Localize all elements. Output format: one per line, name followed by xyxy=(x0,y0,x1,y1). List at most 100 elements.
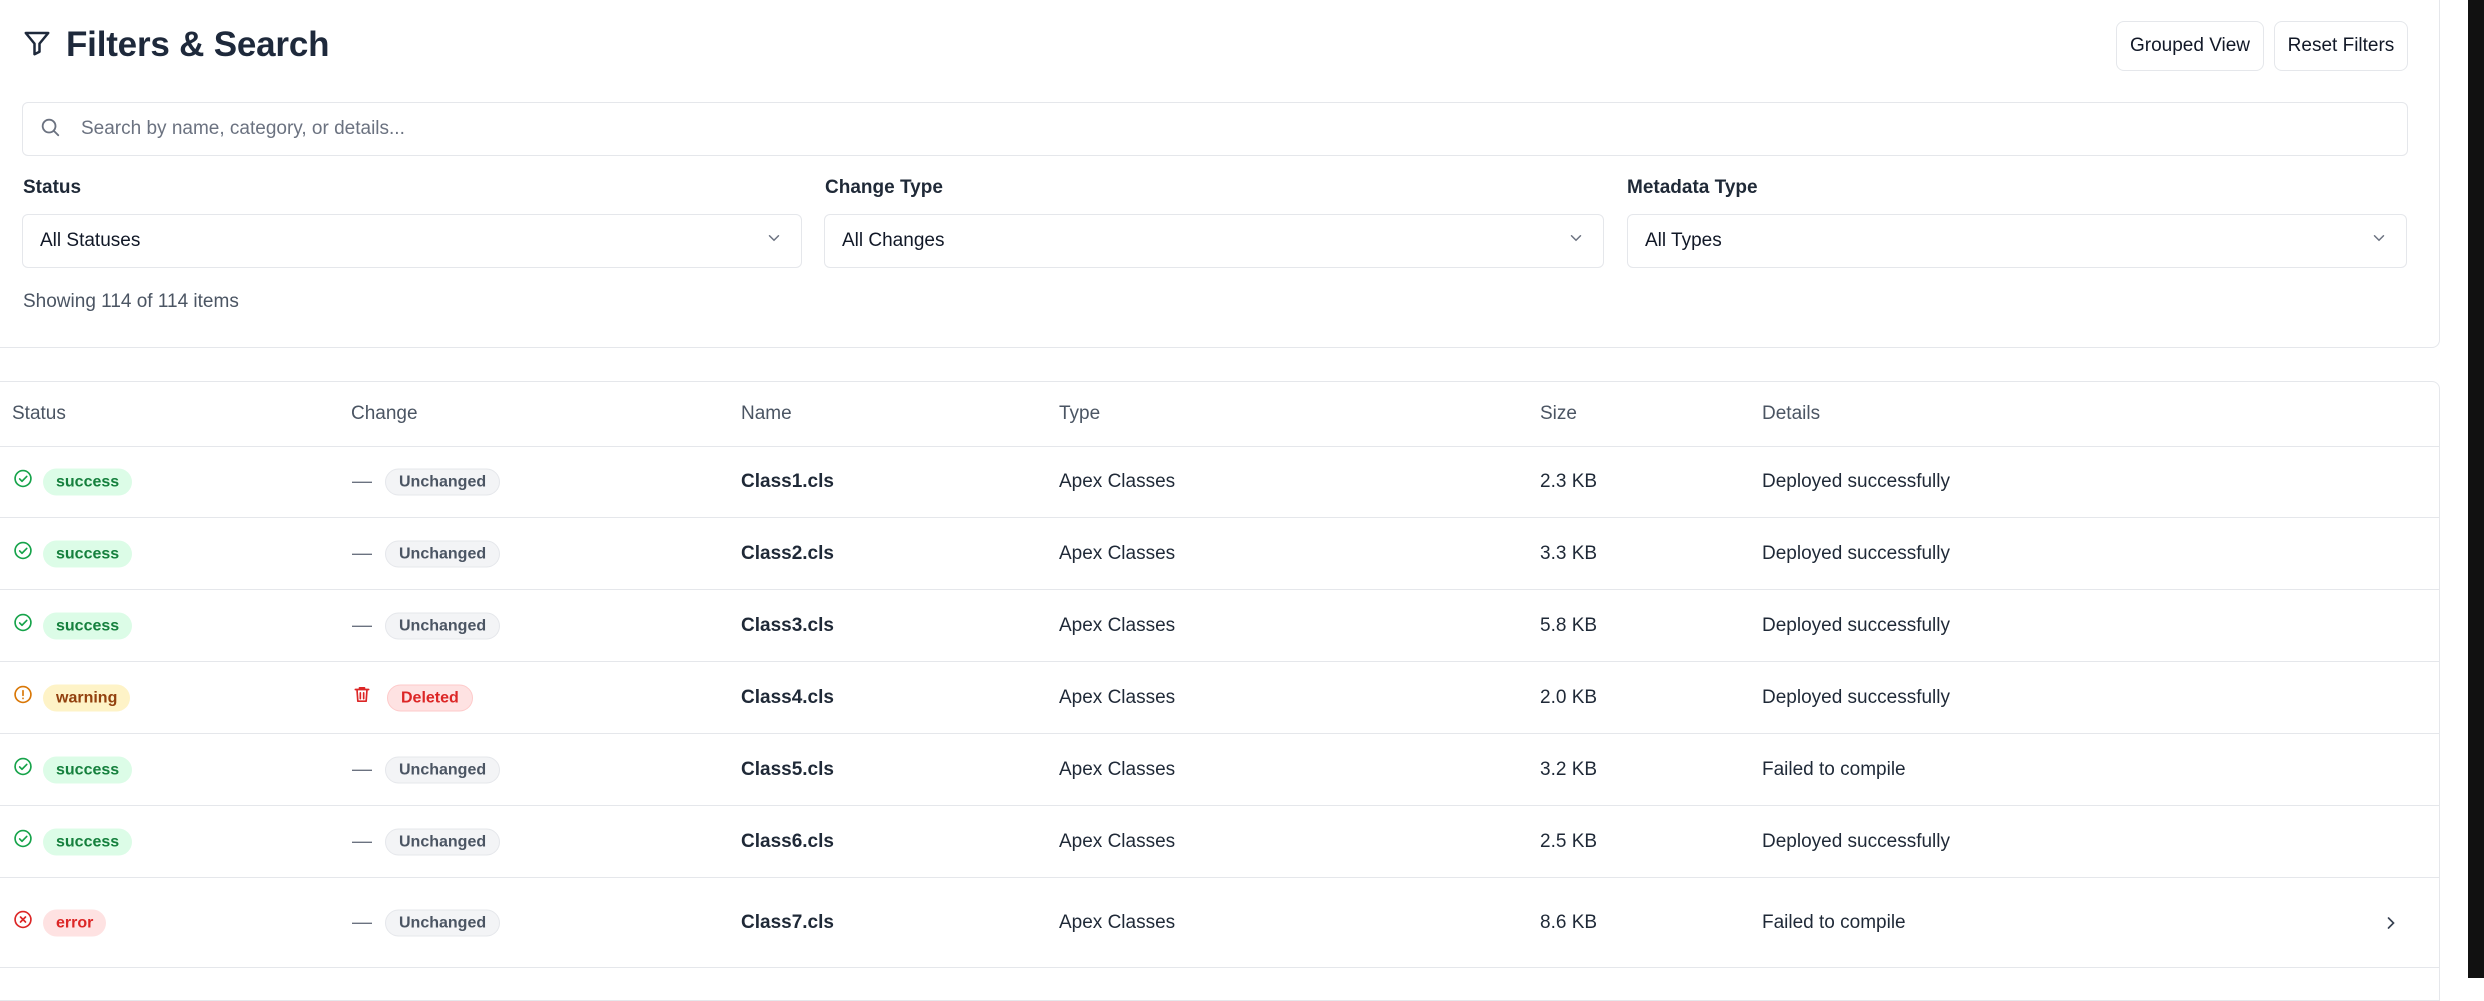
item-name: Class6.cls xyxy=(741,830,834,852)
chevron-down-icon xyxy=(2370,229,2388,253)
search-icon xyxy=(23,116,61,143)
column-header-type[interactable]: Type xyxy=(1059,403,1100,425)
item-size: 3.2 KB xyxy=(1540,758,1598,780)
item-name: Class3.cls xyxy=(741,614,834,636)
status-filter-select[interactable]: All Statuses xyxy=(22,214,802,268)
column-header-name[interactable]: Name xyxy=(741,403,792,425)
item-name: Class4.cls xyxy=(741,686,834,708)
table-header: Status Change Name Type Size Details xyxy=(0,382,2439,447)
change-cell: Deleted xyxy=(352,684,473,711)
item-type: Apex Classes xyxy=(1059,758,1176,780)
change-badge: Unchanged xyxy=(385,468,501,495)
check-circle-icon xyxy=(13,541,33,567)
trash-icon xyxy=(352,685,372,711)
item-name: Class5.cls xyxy=(741,758,834,780)
status-badge: success xyxy=(43,468,133,495)
x-circle-icon xyxy=(13,910,33,936)
results-table: Status Change Name Type Size Details suc… xyxy=(0,381,2440,1001)
change-type-filter-select[interactable]: All Changes xyxy=(824,214,1604,268)
status-cell: success xyxy=(13,540,133,567)
change-cell: — Unchanged xyxy=(352,909,501,936)
column-header-status[interactable]: Status xyxy=(12,403,66,425)
item-name: Class7.cls xyxy=(741,911,834,933)
metadata-type-filter-value: All Types xyxy=(1645,230,1722,251)
item-details: Failed to compile xyxy=(1762,758,1906,780)
change-badge: Unchanged xyxy=(385,828,501,855)
metadata-type-filter-label: Metadata Type xyxy=(1627,177,1758,198)
search-box[interactable] xyxy=(22,102,2408,156)
change-cell: — Unchanged xyxy=(352,468,501,495)
chevron-right-icon[interactable] xyxy=(2381,913,2401,933)
item-type: Apex Classes xyxy=(1059,614,1176,636)
change-cell: — Unchanged xyxy=(352,828,501,855)
change-cell: — Unchanged xyxy=(352,756,501,783)
table-row[interactable]: success — Unchanged Class5.cls Apex Clas… xyxy=(0,734,2439,806)
item-size: 2.3 KB xyxy=(1540,470,1598,492)
item-details: Deployed successfully xyxy=(1762,686,1950,708)
filters-panel: Filters & Search Grouped View Reset Filt… xyxy=(0,0,2440,348)
item-name: Class2.cls xyxy=(741,542,834,564)
item-name: Class1.cls xyxy=(741,470,834,492)
check-circle-icon xyxy=(13,613,33,639)
status-badge: warning xyxy=(43,684,131,711)
item-details: Deployed successfully xyxy=(1762,470,1950,492)
search-input[interactable] xyxy=(79,117,2407,141)
column-header-size[interactable]: Size xyxy=(1540,403,1577,425)
change-badge: Unchanged xyxy=(385,756,501,783)
page-title: Filters & Search xyxy=(66,25,330,64)
check-circle-icon xyxy=(13,469,33,495)
minus-icon: — xyxy=(352,830,372,852)
table-row[interactable]: success — Unchanged Class3.cls Apex Clas… xyxy=(0,590,2439,662)
change-type-filter-label: Change Type xyxy=(825,177,943,198)
minus-icon: — xyxy=(352,470,372,492)
status-badge: success xyxy=(43,828,133,855)
change-badge: Unchanged xyxy=(385,909,501,936)
alert-circle-icon xyxy=(13,685,33,711)
minus-icon: — xyxy=(352,614,372,636)
change-type-filter-value: All Changes xyxy=(842,230,945,251)
window-gap xyxy=(2440,0,2468,978)
item-type: Apex Classes xyxy=(1059,911,1176,933)
minus-icon: — xyxy=(352,758,372,780)
change-cell: — Unchanged xyxy=(352,612,501,639)
change-badge: Unchanged xyxy=(385,540,501,567)
grouped-view-button[interactable]: Grouped View xyxy=(2116,21,2264,71)
item-details: Deployed successfully xyxy=(1762,830,1950,852)
table-row[interactable]: success — Unchanged Class1.cls Apex Clas… xyxy=(0,446,2439,518)
column-header-change[interactable]: Change xyxy=(351,403,418,425)
item-size: 8.6 KB xyxy=(1540,911,1598,933)
chevron-down-icon xyxy=(1567,229,1585,253)
minus-icon: — xyxy=(352,542,372,564)
status-cell: success xyxy=(13,756,133,783)
status-filter-value: All Statuses xyxy=(40,230,141,251)
panel-header: Filters & Search xyxy=(22,25,330,65)
status-badge: success xyxy=(43,540,133,567)
table-row[interactable]: error — Unchanged Class7.cls Apex Classe… xyxy=(0,878,2439,968)
item-type: Apex Classes xyxy=(1059,542,1176,564)
item-size: 5.8 KB xyxy=(1540,614,1598,636)
change-cell: — Unchanged xyxy=(352,540,501,567)
item-type: Apex Classes xyxy=(1059,470,1176,492)
chevron-down-icon xyxy=(765,229,783,253)
item-details: Failed to compile xyxy=(1762,911,1906,933)
item-details: Deployed successfully xyxy=(1762,614,1950,636)
window-edge xyxy=(2468,0,2484,978)
status-cell: success xyxy=(13,468,133,495)
item-type: Apex Classes xyxy=(1059,830,1176,852)
status-badge: success xyxy=(43,756,133,783)
status-badge: success xyxy=(43,612,133,639)
check-circle-icon xyxy=(13,829,33,855)
metadata-type-filter-select[interactable]: All Types xyxy=(1627,214,2407,268)
item-type: Apex Classes xyxy=(1059,686,1176,708)
status-filter-label: Status xyxy=(23,177,82,198)
reset-filters-button[interactable]: Reset Filters xyxy=(2274,21,2408,71)
item-size: 3.3 KB xyxy=(1540,542,1598,564)
column-header-details[interactable]: Details xyxy=(1762,403,1820,425)
table-row[interactable]: success — Unchanged Class2.cls Apex Clas… xyxy=(0,518,2439,590)
table-row[interactable]: warning Deleted Class4.cls Apex Classes … xyxy=(0,662,2439,734)
item-size: 2.0 KB xyxy=(1540,686,1598,708)
change-badge: Unchanged xyxy=(385,612,501,639)
status-cell: success xyxy=(13,828,133,855)
table-row[interactable]: success — Unchanged Class6.cls Apex Clas… xyxy=(0,806,2439,878)
check-circle-icon xyxy=(13,757,33,783)
